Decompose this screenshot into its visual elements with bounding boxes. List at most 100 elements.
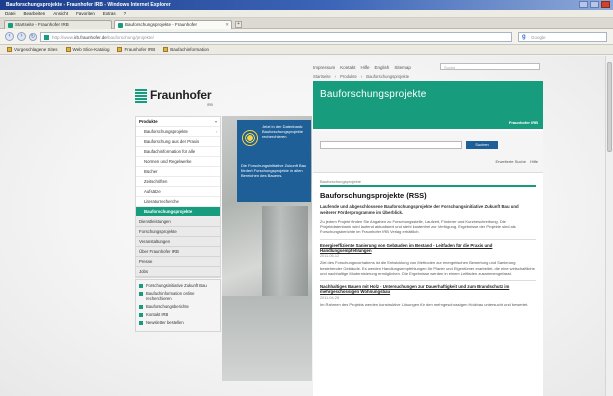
logo-mark-icon: [135, 89, 147, 103]
sidebar-item[interactable]: Jobs: [136, 267, 220, 277]
site-search-input[interactable]: Suche: [440, 63, 540, 70]
window-titlebar: Bauforschungsprojekte - Fraunhofer IRB -…: [0, 0, 613, 10]
bookmark-icon: [163, 47, 169, 52]
menu-datei[interactable]: Datei: [5, 11, 16, 16]
website: Impressum Kontakt Hilfe English Sitemap …: [130, 61, 548, 396]
page-banner: Bauforschungsprojekte Fraunhofer IRB: [313, 81, 543, 129]
sidebar-item[interactable]: Bauforschungsprojekte ›: [136, 127, 220, 137]
list-item: Energieeffiziente Sanierung von Gebäuden…: [320, 238, 536, 276]
browser-viewport: Impressum Kontakt Hilfe English Sitemap …: [0, 56, 613, 396]
bullet-icon: [139, 292, 143, 296]
utility-link[interactable]: Kontakt: [340, 65, 355, 70]
minimize-button[interactable]: [579, 1, 588, 8]
close-tab-icon[interactable]: ✕: [225, 22, 229, 28]
sidebar-item-active[interactable]: Bauforschungsprojekte: [136, 207, 220, 217]
menu-favoriten[interactable]: Favoriten: [76, 11, 95, 16]
utility-link[interactable]: Hilfe: [361, 65, 370, 70]
bookmark-item[interactable]: Fraunhofer IRB: [115, 47, 157, 52]
window-controls: [579, 1, 610, 8]
utility-link[interactable]: Sitemap: [394, 65, 411, 70]
menu-extras[interactable]: Extras: [103, 11, 116, 16]
sidebar-item[interactable]: Baufachinformation für alle: [136, 147, 220, 157]
site-favicon-icon: [44, 35, 49, 40]
sidebar-item[interactable]: Bauforschung aus der Praxis: [136, 137, 220, 147]
sidebar-item-produkte[interactable]: Produkte ▾: [136, 117, 220, 127]
tab-bauforschung[interactable]: Bauforschungsprojekte - Fraunhofer ✕: [114, 20, 232, 29]
chevron-right-icon: ›: [215, 129, 217, 134]
sidebar-item[interactable]: Forschungsprojekte: [136, 227, 220, 237]
window-title: Bauforschungsprojekte - Fraunhofer IRB -…: [6, 2, 171, 8]
body-text: Zu jedem Projekt finden Sie Angaben zu F…: [320, 219, 516, 235]
quicklinks-box: Forschungsinitiative Zukunft Bau Baufach…: [135, 279, 221, 332]
quicklink[interactable]: Forschungsinitiative Zukunft Bau: [139, 283, 217, 288]
entry-title-link[interactable]: Energieeffiziente Sanierung von Gebäuden…: [320, 243, 536, 254]
bookmark-item[interactable]: Vorgeschlagene Sites: [5, 47, 60, 52]
utility-link[interactable]: English: [375, 65, 390, 70]
sidebar-item[interactable]: Dienstleistungen: [136, 217, 220, 227]
search-placeholder: Google: [531, 35, 546, 40]
sidebar-item[interactable]: Normen und Regelwerke: [136, 157, 220, 167]
entry-title-link[interactable]: Nachhaltiges Bauen mit Holz - Untersuchu…: [320, 284, 536, 295]
banner-logo: Fraunhofer IRB: [508, 120, 538, 125]
sidebar-item[interactable]: Über Fraunhofer IRB: [136, 247, 220, 257]
sidebar-item[interactable]: Literaturrecherche: [136, 197, 220, 207]
quicklink[interactable]: Bauforschungsberichte: [139, 304, 217, 309]
close-button[interactable]: [601, 1, 610, 8]
favorites-bar: Vorgeschlagene Sites Web Slice-Katalog F…: [0, 45, 613, 55]
breadcrumb-item[interactable]: Bauforschungsprojekte: [366, 74, 409, 79]
bookmark-item[interactable]: Baufachinformation: [161, 47, 211, 52]
bookmark-icon: [7, 47, 12, 52]
tab-label: Bauforschungsprojekte - Fraunhofer: [125, 22, 198, 27]
menu-ansicht[interactable]: Ansicht: [53, 11, 68, 16]
sidebar-item[interactable]: Zeitschriften: [136, 177, 220, 187]
project-search-input[interactable]: [320, 141, 462, 149]
utility-link[interactable]: Impressum: [313, 65, 335, 70]
search-help-link[interactable]: Hilfe: [530, 159, 538, 164]
tab-startseite[interactable]: Startseite - Fraunhofer IRB: [4, 20, 112, 29]
promo-text: Jetzt in der Datenbank: Bauforschungspro…: [262, 124, 304, 139]
back-button[interactable]: ‹: [5, 32, 14, 41]
sidebar-item[interactable]: Bücher: [136, 167, 220, 177]
main-content: Bauforschungsprojekte Fraunhofer IRB Suc…: [313, 81, 543, 396]
favicon-icon: [118, 23, 123, 28]
refresh-button[interactable]: ↻: [29, 33, 37, 41]
site-search-placeholder: Suche: [444, 65, 456, 70]
sidebar-item[interactable]: Veranstaltungen: [136, 237, 220, 247]
address-bar[interactable]: http://www.irb.fraunhofer.de/bauforschun…: [40, 32, 512, 42]
search-options: Erweiterte Suche Hilfe: [496, 159, 538, 164]
entry-body: Im Rahmen des Projekts werden konstrukti…: [320, 301, 529, 307]
bullet-icon: [139, 313, 143, 317]
search-button[interactable]: Suchen: [466, 141, 498, 149]
scrollbar-thumb[interactable]: [607, 62, 612, 152]
browser-search-box[interactable]: g Google: [518, 32, 607, 42]
menu-bearbeiten[interactable]: Bearbeiten: [24, 11, 46, 16]
chevron-down-icon: ▾: [214, 119, 217, 124]
bullet-icon: [139, 305, 143, 309]
menu-help[interactable]: ?: [124, 11, 127, 16]
advanced-search-link[interactable]: Erweiterte Suche: [496, 159, 526, 164]
fraunhofer-logo[interactable]: Fraunhofer IRB: [135, 85, 220, 111]
sidebar-item[interactable]: Aufsätze: [136, 187, 220, 197]
menu-bar: Datei Bearbeiten Ansicht Favoriten Extra…: [0, 10, 613, 18]
quicklink[interactable]: Kontakt IRB: [139, 312, 217, 317]
sidebar-item[interactable]: Presse: [136, 257, 220, 267]
new-tab-button[interactable]: +: [235, 21, 242, 28]
breadcrumb-item[interactable]: Produkte: [340, 74, 357, 79]
list-item: Nachhaltiges Bauen mit Holz - Untersuchu…: [320, 280, 536, 307]
quicklink[interactable]: Newsletter bestellen: [139, 320, 217, 325]
maximize-button[interactable]: [590, 1, 599, 8]
quicklink[interactable]: Baufachinformation online recherchieren: [139, 291, 217, 301]
forward-button[interactable]: ›: [17, 32, 26, 41]
breadcrumb-separator: ›: [360, 74, 363, 79]
promo-box[interactable]: Jetzt in der Datenbank: Bauforschungspro…: [237, 120, 311, 202]
lead-text: Laufende und abgeschlossene Bauforschung…: [320, 204, 519, 215]
utility-nav: Impressum Kontakt Hilfe English Sitemap: [313, 65, 411, 70]
entry-body: Ziel des Forschungsvorhabens ist die Ent…: [320, 260, 535, 276]
banner-title: Bauforschungsprojekte: [320, 89, 427, 100]
breadcrumb-item[interactable]: Startseite: [313, 74, 331, 79]
bookmark-item[interactable]: Web Slice-Katalog: [64, 47, 112, 52]
bullet-icon: [139, 321, 143, 325]
page-title: Bauforschungsprojekte (RSS): [320, 191, 427, 200]
award-seal-icon: [242, 130, 258, 146]
vertical-scrollbar[interactable]: [605, 56, 613, 396]
